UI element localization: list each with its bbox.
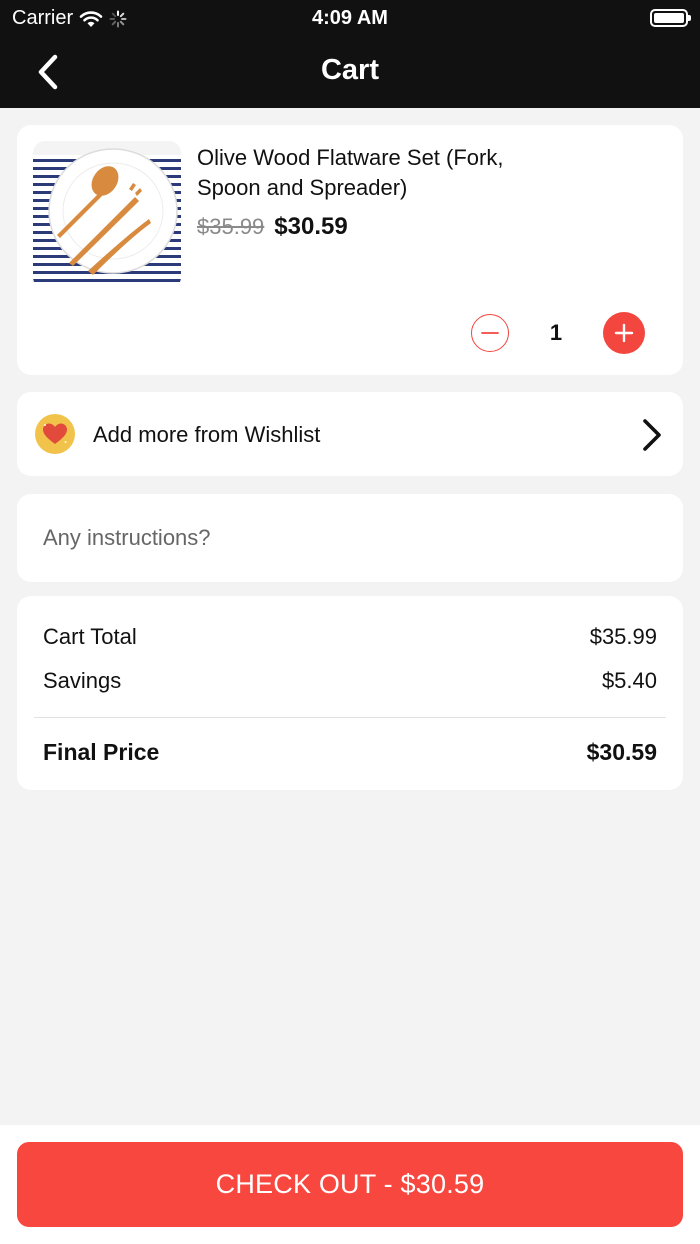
savings-label: Savings: [43, 668, 122, 693]
chevron-right-icon: [643, 419, 661, 451]
add-from-wishlist-row[interactable]: Add more from Wishlist: [17, 392, 683, 476]
decrease-quantity-button[interactable]: [471, 314, 509, 352]
final-price-label: Final Price: [43, 739, 160, 765]
bottom-bar: CHECK OUT - $30.59: [0, 1125, 700, 1244]
cart-total-label: Cart Total: [43, 624, 137, 649]
status-time: 4:09 AM: [312, 7, 388, 29]
increase-quantity-button[interactable]: [603, 312, 645, 354]
wishlist-badge: [35, 414, 75, 454]
original-price: $35.99: [197, 214, 265, 239]
wishlist-chevron: [641, 418, 663, 457]
final-price-value: $30.59: [586, 739, 657, 765]
cart-total-row: Cart Total $35.99: [43, 624, 657, 650]
product-photo-flatware: [33, 141, 181, 289]
savings-value: $5.40: [601, 668, 657, 693]
instructions-card: [17, 494, 683, 582]
heart-icon: [43, 423, 67, 444]
page-title: Cart: [320, 54, 379, 86]
price-summary-card: Cart Total $35.99 Savings $5.40 Final Pr…: [17, 596, 683, 790]
quantity-stepper: 1: [471, 312, 645, 354]
plus-icon: [614, 323, 634, 343]
instructions-input[interactable]: [17, 494, 683, 582]
savings-row: Savings $5.40: [43, 668, 657, 694]
battery-icon: [650, 9, 691, 27]
wishlist-label: Add more from Wishlist: [93, 422, 321, 447]
cart-total-value: $35.99: [589, 624, 657, 649]
status-bar: Carrier 4:09 AM: [0, 0, 700, 36]
sale-price: $30.59: [274, 213, 348, 240]
price-group: $35.99 $30.59: [197, 213, 348, 241]
checkout-button[interactable]: CHECK OUT - $30.59: [17, 1142, 683, 1227]
final-price-row: Final Price $30.59: [43, 739, 657, 766]
product-image[interactable]: [33, 141, 181, 289]
quantity-value: 1: [549, 320, 563, 345]
cart-item-card: Olive Wood Flatware Set (Fork, Spoon and…: [17, 125, 683, 375]
minus-icon: [481, 332, 499, 334]
product-name[interactable]: Olive Wood Flatware Set (Fork, Spoon and…: [197, 143, 557, 203]
nav-bar: Cart: [0, 36, 700, 108]
summary-divider: [34, 717, 666, 718]
